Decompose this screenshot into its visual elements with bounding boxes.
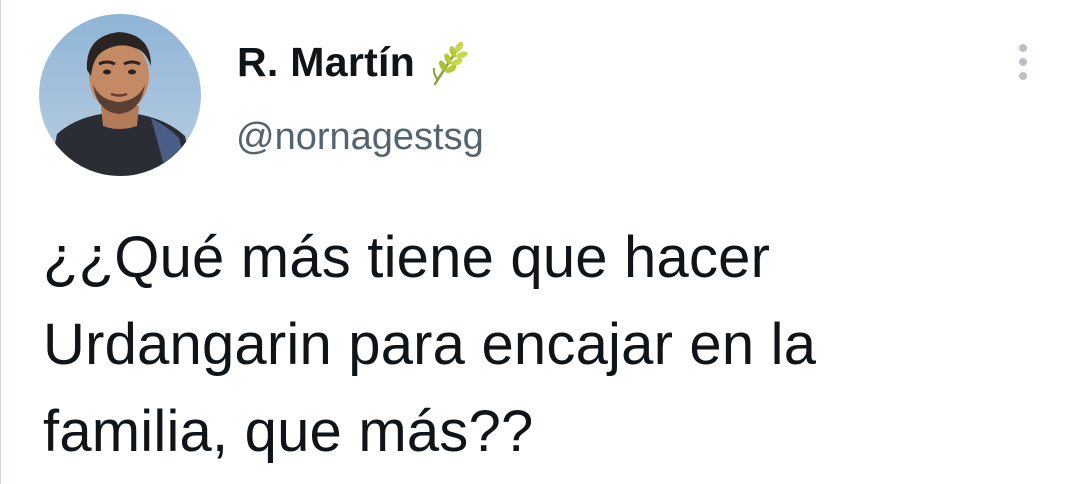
tweet-text: ¿¿Qué más tiene que hacer Urdangarin par… xyxy=(43,225,817,464)
user-handle[interactable]: @nornagestsg xyxy=(236,114,484,160)
tweet-card: R. Martín @nornagestsg ¿¿Qué más tiene q… xyxy=(0,0,1080,484)
wheat-icon xyxy=(429,38,469,86)
more-options-icon[interactable] xyxy=(1009,40,1037,90)
avatar[interactable] xyxy=(39,14,201,176)
author-name-row[interactable]: R. Martín xyxy=(237,38,469,86)
display-name[interactable]: R. Martín xyxy=(237,38,415,86)
profile-photo-icon xyxy=(39,14,201,176)
